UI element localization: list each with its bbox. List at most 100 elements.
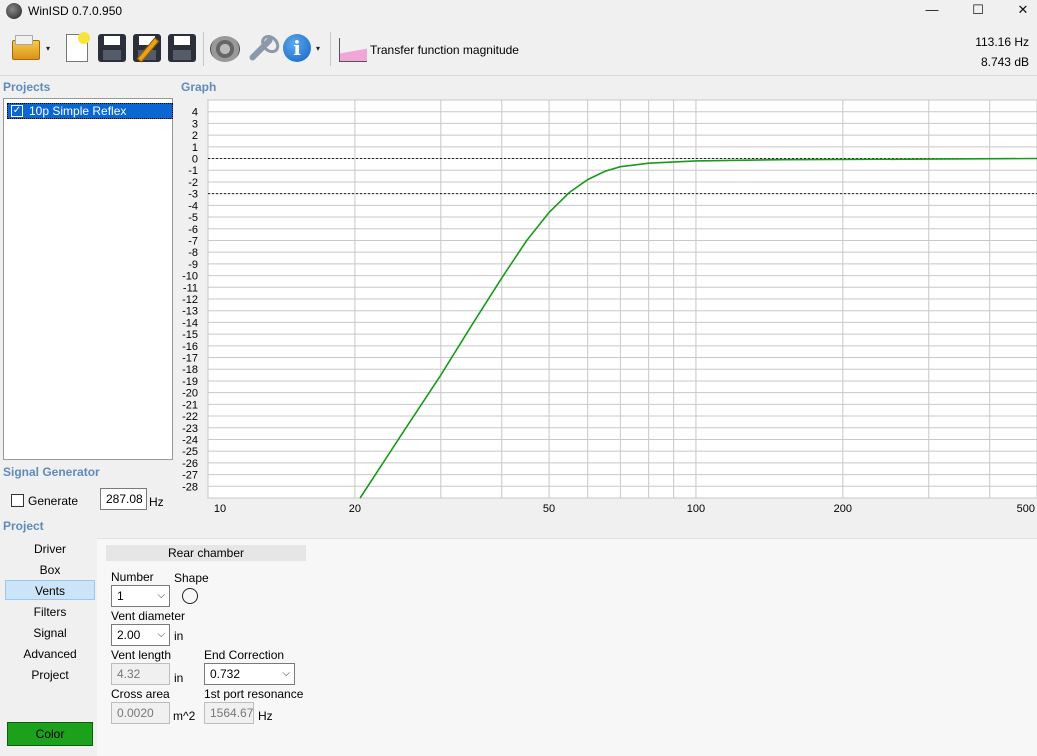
vent-diameter-value: 2.00 <box>117 628 141 642</box>
port-resonance-field: 1564.67 <box>204 702 254 724</box>
cross-area-label: Cross area <box>111 687 170 701</box>
nav-item-signal[interactable]: Signal <box>5 623 95 643</box>
tools-icon[interactable] <box>245 32 277 64</box>
cross-area-field: 0.0020 <box>111 702 170 724</box>
driver-editor-icon[interactable] <box>209 32 241 64</box>
project-section-label: Project <box>3 519 44 533</box>
y-tick-label: -2 <box>188 177 198 189</box>
open-project-icon[interactable] <box>10 32 42 64</box>
new-project-icon[interactable] <box>62 32 94 64</box>
y-tick-label: 3 <box>192 118 198 130</box>
y-tick-label: -24 <box>182 434 198 446</box>
graph-type-label[interactable]: Transfer function magnitude <box>370 43 519 57</box>
nav-item-box[interactable]: Box <box>5 560 95 580</box>
y-tick-label: 1 <box>192 142 198 154</box>
y-tick-label: -1 <box>188 165 198 177</box>
end-correction-value: 0.732 <box>210 667 241 681</box>
nav-item-filters[interactable]: Filters <box>5 602 95 622</box>
y-tick-label: -10 <box>182 271 198 283</box>
minimize-button[interactable]: — <box>909 0 955 22</box>
y-tick-label: -22 <box>182 411 198 423</box>
y-tick-label: -13 <box>182 306 198 318</box>
chevron-down-icon: ⌵ <box>157 590 165 601</box>
toolbar-separator <box>203 32 204 66</box>
y-tick-label: -14 <box>182 317 198 329</box>
y-tick-label: 4 <box>192 107 198 119</box>
info-icon[interactable]: i <box>281 32 313 64</box>
y-tick-label: 0 <box>192 154 198 166</box>
y-tick-label: -18 <box>182 364 198 376</box>
nav-item-advanced[interactable]: Advanced <box>5 644 95 664</box>
save-as-icon[interactable] <box>131 32 163 64</box>
round-shape-icon[interactable] <box>182 588 198 604</box>
y-tick-label: -23 <box>182 423 198 435</box>
end-correction-label: End Correction <box>204 648 285 662</box>
open-dropdown-arrow[interactable]: ▾ <box>46 44 50 53</box>
y-tick-label: -20 <box>182 388 198 400</box>
project-visible-checkbox[interactable]: ✓ <box>11 105 23 117</box>
y-tick-label: -3 <box>188 189 198 201</box>
y-tick-label: -25 <box>182 446 198 458</box>
info-dropdown-arrow[interactable]: ▾ <box>316 44 320 53</box>
x-tick-label: 20 <box>349 503 361 515</box>
port-resonance-unit: Hz <box>258 709 273 723</box>
app-logo-icon <box>6 3 22 19</box>
cross-area-unit: m^2 <box>173 709 196 723</box>
y-tick-label: -15 <box>182 329 198 341</box>
signal-generator-section-label: Signal Generator <box>3 465 100 479</box>
projects-section-label: Projects <box>3 80 51 94</box>
nav-item-driver[interactable]: Driver <box>5 539 95 559</box>
x-tick-label: 50 <box>543 503 555 515</box>
y-tick-label: -26 <box>182 458 198 470</box>
vent-diameter-select[interactable]: 2.00 ⌵ <box>111 624 170 646</box>
save-all-icon[interactable] <box>166 32 198 64</box>
close-button[interactable]: ✕ <box>1000 0 1037 22</box>
chevron-down-icon: ⌵ <box>157 629 165 640</box>
vent-number-value: 1 <box>117 589 124 603</box>
generator-frequency-unit: Hz <box>149 495 164 509</box>
y-tick-label: -21 <box>182 399 198 411</box>
title-bar: WinISD 0.7.0.950 — ☐ ✕ <box>0 0 1037 22</box>
vent-diameter-unit: in <box>174 629 184 643</box>
x-tick-label: 500 <box>1017 503 1035 515</box>
y-tick-label: -9 <box>188 259 198 271</box>
tab-rear-chamber[interactable]: Rear chamber <box>106 545 306 561</box>
save-icon[interactable] <box>96 32 128 64</box>
end-correction-select[interactable]: 0.732 ⌵ <box>204 663 295 685</box>
cursor-level-readout: 8.743 dB <box>980 55 1029 69</box>
y-tick-label: -6 <box>188 224 198 236</box>
nav-item-project[interactable]: Project <box>5 665 95 685</box>
color-button[interactable]: Color <box>7 722 93 746</box>
graph-section-label: Graph <box>181 80 217 94</box>
nav-item-vents[interactable]: Vents <box>5 580 95 600</box>
maximize-button[interactable]: ☐ <box>955 0 1001 22</box>
generator-frequency-input[interactable]: 287.08 <box>100 488 147 510</box>
cursor-frequency-readout: 113.16 Hz <box>975 35 1029 49</box>
response-graph[interactable]: 43210-1-2-3-4-5-6-7-8-9-10-11-12-13-14-1… <box>176 96 1037 516</box>
y-tick-label: -5 <box>188 212 198 224</box>
y-tick-label: -28 <box>182 481 198 493</box>
y-tick-label: -8 <box>188 247 198 259</box>
x-tick-label: 10 <box>214 503 226 515</box>
vent-number-select[interactable]: 1 ⌵ <box>111 585 170 607</box>
shape-label: Shape <box>174 571 209 585</box>
x-tick-label: 100 <box>687 503 705 515</box>
project-item[interactable]: ✓ 10p Simple Reflex <box>7 103 173 119</box>
transfer-function-icon[interactable] <box>339 36 367 64</box>
x-tick-label: 200 <box>834 503 852 515</box>
y-tick-label: -12 <box>182 294 198 306</box>
generate-label: Generate <box>28 494 79 508</box>
vent-diameter-label: Vent diameter <box>111 609 186 623</box>
y-tick-label: -17 <box>182 353 198 365</box>
generate-checkbox[interactable] <box>11 494 24 507</box>
number-label: Number <box>111 570 154 584</box>
port-resonance-label: 1st port resonance <box>204 687 304 701</box>
y-tick-label: 2 <box>192 130 198 142</box>
vent-length-label: Vent length <box>111 648 172 662</box>
y-tick-label: -7 <box>188 235 198 247</box>
y-tick-label: -11 <box>183 282 198 294</box>
y-tick-label: -19 <box>182 376 198 388</box>
toolbar: ▾ i ▾ Transfer function magnitude 113.16… <box>0 22 1037 76</box>
toolbar-separator <box>330 32 331 66</box>
y-tick-label: -16 <box>182 341 198 353</box>
